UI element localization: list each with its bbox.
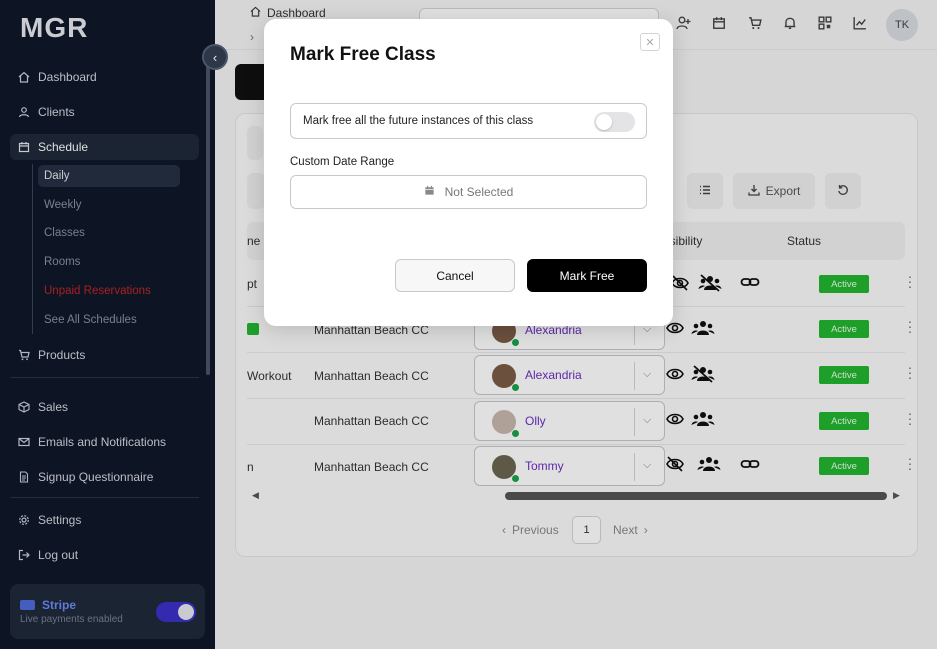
future-instances-label: Mark free all the future instances of th…	[303, 115, 534, 127]
mark-free-class-modal: Mark Free Class ✕ Mark free all the futu…	[264, 19, 673, 326]
future-instances-row: Mark free all the future instances of th…	[290, 103, 647, 139]
mark-free-button[interactable]: Mark Free	[527, 259, 647, 292]
cancel-button[interactable]: Cancel	[395, 259, 515, 292]
sidebar-collapse-button[interactable]: ‹	[202, 44, 228, 70]
future-instances-toggle[interactable]	[594, 112, 635, 132]
date-range-value: Not Selected	[444, 185, 514, 199]
modal-title: Mark Free Class	[290, 44, 436, 65]
calendar-icon	[424, 185, 435, 199]
custom-date-range-input[interactable]: Not Selected	[290, 175, 647, 209]
custom-date-range-label: Custom Date Range	[290, 156, 395, 168]
chevron-left-icon: ‹	[212, 49, 218, 65]
close-icon[interactable]: ✕	[640, 33, 660, 51]
